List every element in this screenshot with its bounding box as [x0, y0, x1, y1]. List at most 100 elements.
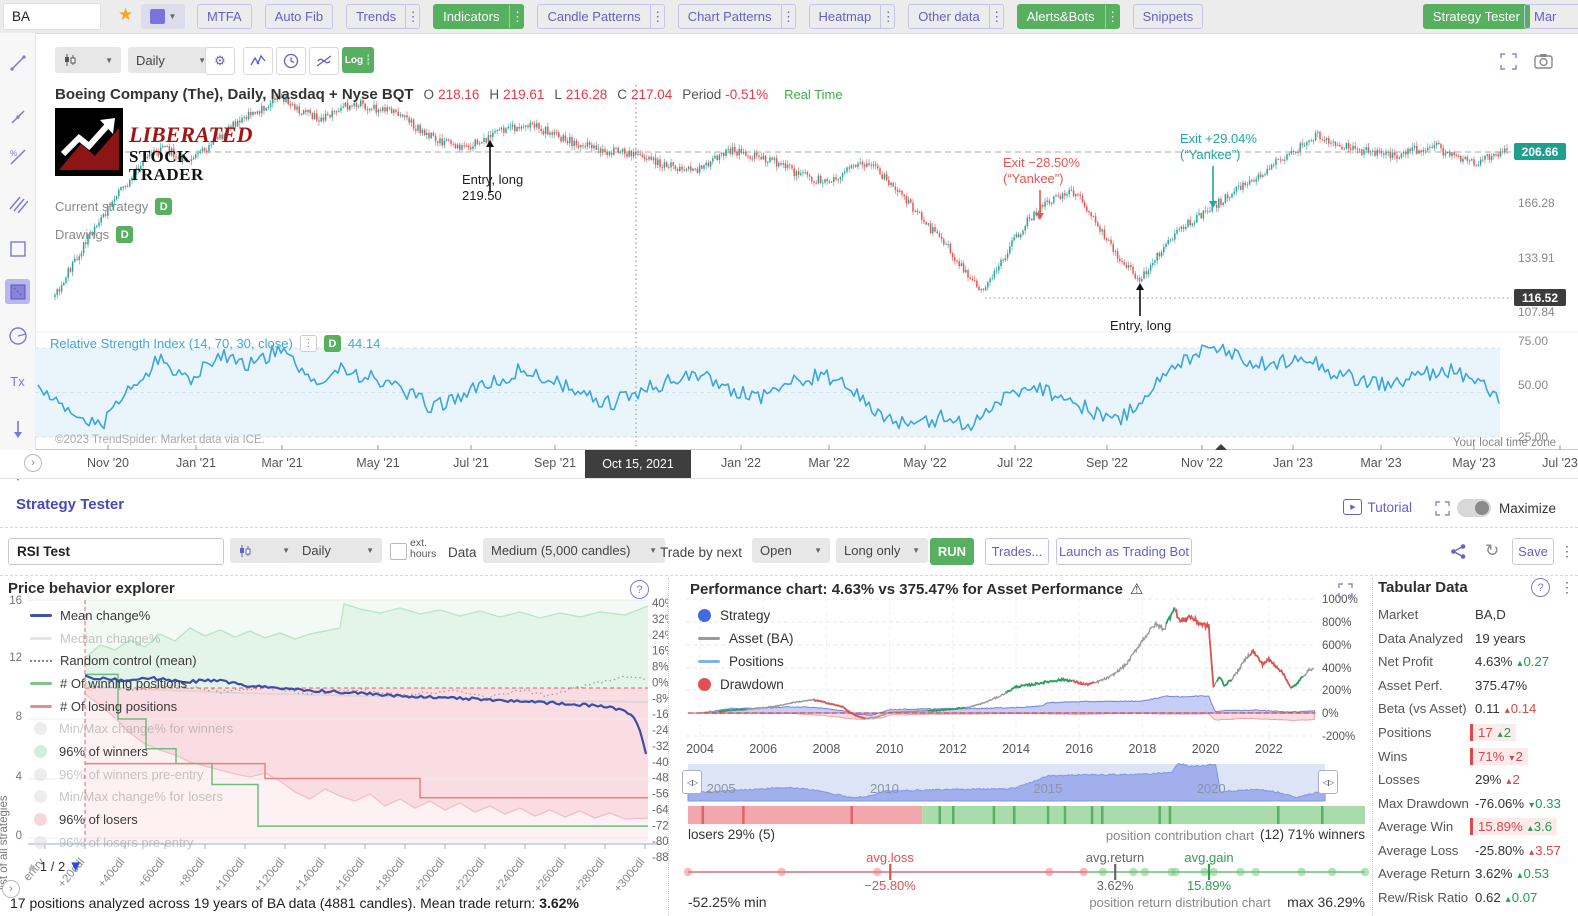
winners-summary: (12) 71% winners	[1259, 827, 1365, 842]
toolbar-button-heatmap[interactable]: Heatmap	[808, 4, 882, 29]
snapshot-camera-icon[interactable]	[1534, 53, 1553, 72]
perf-legend-item-drawdown[interactable]: Drawdown	[698, 673, 794, 696]
timeframe-dropdown[interactable]: Daily ▼	[128, 47, 214, 73]
fullscreen-icon[interactable]	[1500, 53, 1517, 73]
toolbar-menu-icon[interactable]: ⋮	[406, 4, 421, 29]
legend-item--of-losing-positions[interactable]: # Of losing positions	[30, 695, 233, 718]
svg-text:+240cdl: +240cdl	[492, 856, 527, 895]
legend-item-96-of-losers[interactable]: 96% of losers	[30, 808, 233, 831]
tabular-help-icon[interactable]: ?	[1531, 578, 1550, 597]
tabular-menu-icon[interactable]: ⋮	[1560, 579, 1574, 596]
share-icon[interactable]	[1450, 543, 1467, 563]
explorer-footer: 17 positions analyzed across 19 years of…	[10, 895, 579, 911]
toolbar-button-alerts-bots[interactable]: Alerts&Bots	[1016, 4, 1105, 29]
svg-text:-16%: -16%	[652, 709, 668, 721]
symbol-input[interactable]: BA	[3, 3, 101, 30]
launch-trading-bot-button[interactable]: Launch as Trading Bot	[1056, 538, 1192, 565]
clock-icon[interactable]	[276, 47, 306, 75]
perf-legend-item-asset-ba-[interactable]: Asset (BA)	[698, 627, 794, 650]
metric-value: 15.89%	[1478, 819, 1523, 835]
perf-legend-item-strategy[interactable]: Strategy	[698, 604, 794, 627]
toolbar-button-snippets[interactable]: Snippets	[1132, 4, 1204, 29]
legend-swatch-icon	[698, 609, 711, 622]
color-picker[interactable]: ▼	[141, 4, 185, 29]
tutorial-link[interactable]: ▶ Tutorial	[1343, 499, 1412, 515]
toolbar-button-chart-patterns[interactable]: Chart Patterns	[677, 4, 782, 29]
metric-value-group: 71% ▾2	[1470, 747, 1528, 765]
legend-swatch-icon	[30, 659, 52, 662]
rsi-label[interactable]: Relative Strength Index (14, 70, 30, clo…	[50, 336, 293, 351]
navigator-left-handle[interactable]: ◁▷	[682, 770, 702, 794]
toolbar-menu-icon[interactable]: ⋮	[989, 4, 1004, 29]
layer-drawings[interactable]: Drawings D	[55, 226, 134, 243]
favorite-star-icon[interactable]: ★	[118, 5, 133, 25]
tester-chart-type-dropdown[interactable]: ▼	[230, 538, 298, 563]
explorer-help-icon[interactable]: ?	[630, 580, 649, 599]
tabular-title: Tabular Data	[1378, 579, 1468, 596]
toolbar-button-trends[interactable]: Trends	[346, 4, 407, 29]
toolbar-menu-icon[interactable]: ⋮	[509, 4, 525, 29]
layer-current-strategy[interactable]: Current strategy D	[55, 198, 173, 215]
time-axis[interactable]: › Nov '20 Jan '21 Mar '21 May '21 Jul '21 Sep…	[0, 444, 1578, 478]
toolbar-button-auto-fib[interactable]: Auto Fib	[264, 4, 334, 29]
toolbar-button-candle-patterns[interactable]: Candle Patterns	[537, 4, 651, 29]
chart-type-dropdown[interactable]: ▼	[55, 47, 121, 73]
toolbar-menu-icon[interactable]: ⋮	[781, 4, 796, 29]
page-up-icon[interactable]: ▲	[26, 861, 37, 873]
legend-item-96-of-losers-pre-entry[interactable]: 96% of losers pre-entry	[30, 831, 233, 854]
metric-value: 0.62	[1475, 889, 1501, 905]
run-button[interactable]: RUN	[930, 538, 974, 565]
toolbar-button-other-data[interactable]: Other data	[908, 4, 990, 29]
legend-item-min-max-change-for-winners[interactable]: Min/Max change% for winners	[30, 717, 233, 740]
legend-item--of-winning-positions[interactable]: # Of winning positions	[30, 672, 233, 695]
toolbar-menu-icon[interactable]: ⋮	[881, 4, 896, 29]
navigator-right-handle[interactable]: ◁▷	[1318, 770, 1338, 794]
performance-fullscreen-icon[interactable]	[1338, 583, 1353, 601]
toolbar-menu-icon[interactable]: ⋮	[1104, 4, 1120, 29]
legend-item-median-change-[interactable]: Median change%	[30, 627, 233, 650]
metric-value: BA,D	[1475, 607, 1506, 623]
toolbar-group-snippets: Snippets	[1132, 4, 1204, 29]
legend-item-mean-change-[interactable]: Mean change%	[30, 604, 233, 627]
save-menu-icon[interactable]: ⋮	[1560, 543, 1574, 560]
legend-item-random-control-mean-[interactable]: Random control (mean)	[30, 649, 233, 672]
indicator-zigzag-icon[interactable]	[243, 47, 273, 75]
svg-text:-48%: -48%	[652, 773, 668, 785]
strategy-curve-icon[interactable]	[309, 47, 339, 75]
legend-item-96-of-winners-pre-entry[interactable]: 96% of winners pre-entry	[30, 763, 233, 786]
toolbar-button-indicators[interactable]: Indicators	[433, 4, 510, 29]
data-size-dropdown[interactable]: Medium (5,000 candles) ▼	[483, 538, 665, 563]
refresh-icon[interactable]: ↻	[1485, 541, 1499, 561]
ext-hours-checkbox[interactable]	[390, 543, 407, 560]
legend-item-96-of-winners[interactable]: 96% of winners	[30, 740, 233, 763]
metric-label: Wins	[1378, 748, 1408, 764]
page-down-icon[interactable]: ▼	[68, 858, 83, 875]
axis-expand-icon[interactable]: ›	[24, 454, 42, 472]
metric-value-group: BA,D	[1470, 606, 1511, 623]
strategy-name-input[interactable]: RSI Test	[8, 538, 224, 565]
toolbar-button-mtfa[interactable]: MTFA	[197, 4, 252, 29]
perf-legend-item-positions[interactable]: Positions	[698, 650, 794, 673]
tester-timeframe-dropdown[interactable]: Daily ▼	[294, 538, 382, 563]
rsi-menu-icon[interactable]: ⋮	[299, 335, 317, 352]
tester-fullscreen-icon[interactable]	[1435, 501, 1450, 519]
mean-trade-return-value: 3.62%	[539, 895, 579, 911]
strategy-tester-button[interactable]: Strategy Tester	[1422, 4, 1530, 29]
strategy-pagination[interactable]: ▲ 1 / 2 ▼	[26, 858, 83, 875]
warning-icon[interactable]: ⚠	[1130, 580, 1143, 598]
save-button[interactable]: Save	[1512, 538, 1554, 565]
direction-dropdown[interactable]: Long only ▼	[836, 538, 928, 563]
performance-header: Performance chart: 4.63% vs 375.47% for …	[690, 580, 1143, 599]
trade-by-dropdown[interactable]: Open ▼	[752, 538, 830, 563]
toolbar-menu-icon[interactable]: ⋮	[650, 4, 665, 29]
markets-button[interactable]: Mar	[1524, 4, 1578, 29]
settings-gear-icon[interactable]: ⚙	[205, 47, 235, 75]
maximize-toggle[interactable]	[1456, 499, 1491, 517]
trades-button[interactable]: Trades...	[985, 538, 1049, 565]
chevron-down-icon: ▼	[168, 12, 177, 21]
log-scale-button[interactable]: Log ┆	[342, 47, 374, 73]
legend-item-min-max-change-for-losers[interactable]: Min/Max change% for losers	[30, 786, 233, 809]
metric-value: 4.63%	[1475, 654, 1513, 670]
period-value: -0.51%	[725, 87, 769, 102]
timezone-label[interactable]: Your local time zone	[1453, 437, 1556, 449]
